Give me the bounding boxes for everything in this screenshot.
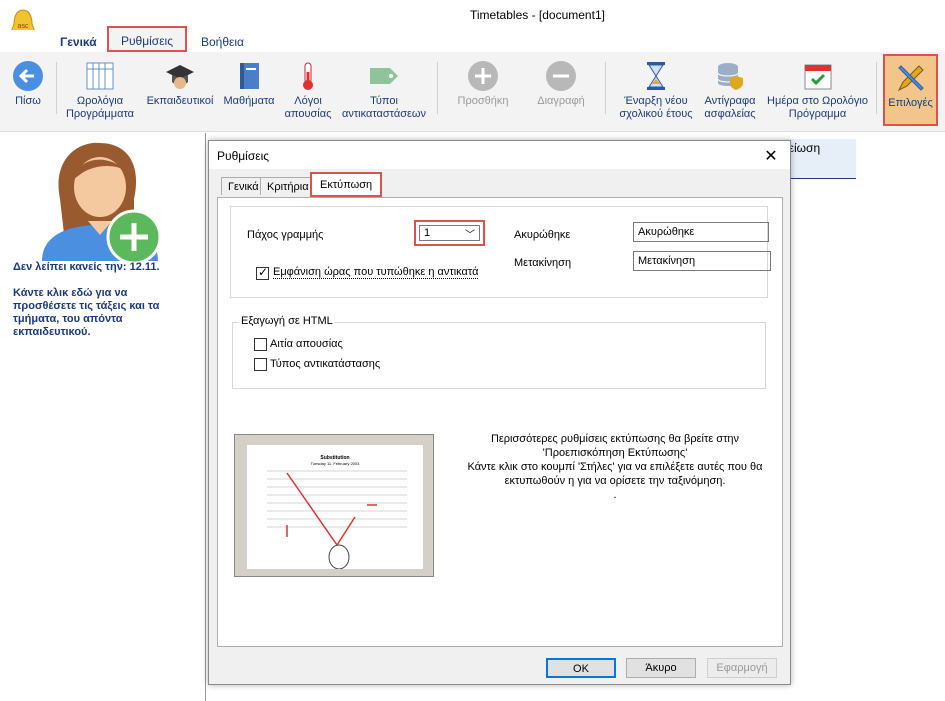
settings-dialog: Ρυθμίσεις ✕ Γενικά Κριτήρια Εκτύπωση Πάχ… <box>208 140 791 685</box>
tab-general[interactable]: Γενικά <box>221 177 266 195</box>
graduation-cap-icon <box>166 65 194 89</box>
printing-tab-panel: Πάχος γραμμής 1 ﹀ Εμφάνιση ώρας που τυπώ… <box>217 197 783 647</box>
menu-tab-general[interactable]: Γενικά <box>60 35 97 49</box>
missing-info-text[interactable]: Δεν λείπει κανείς την: 12.11. Κάντε κλικ… <box>13 261 193 352</box>
book-icon <box>240 63 259 89</box>
ribbon-separator <box>56 62 57 114</box>
info-line-4: εκτυπωθούν η για να ορίσετε την ταξινόμη… <box>504 475 726 487</box>
daytt-label-1: Ημέρα στο Ωρολόγιο <box>767 95 868 107</box>
absence-reason-label[interactable]: Αιτία απουσίας <box>270 338 343 350</box>
ribbon-separator <box>437 62 438 114</box>
teachers-label: Εκπαιδευτικοί <box>146 95 214 107</box>
svg-text:asc: asc <box>18 23 29 30</box>
add-button[interactable]: Προσθήκη <box>448 52 518 132</box>
delete-label: Διαγραφή <box>537 95 585 107</box>
dialog-title: Ρυθμίσεις <box>217 149 270 163</box>
cancel-button[interactable]: Άκυρο <box>626 658 696 678</box>
missing-text: Δεν λείπει κανείς την: 12.11. <box>13 261 160 273</box>
move-label: Μετακίνηση <box>514 257 572 269</box>
pencil-ruler-icon <box>897 65 924 92</box>
daytt-label-2: Πρόγραμμα <box>788 108 847 120</box>
menu-tab-help[interactable]: Βοήθεια <box>201 35 244 49</box>
back-arrow-icon <box>13 61 43 91</box>
left-panel: Δεν λείπει κανείς την: 12.11. Κάντε κλικ… <box>0 133 205 701</box>
preview-table-graphic: Substitution Tuesday 11. February 2003 <box>267 455 407 570</box>
apply-button[interactable]: Εφαρμογή <box>707 658 777 678</box>
html-export-title: Εξαγωγή σε HTML <box>239 315 335 327</box>
menu-tab-settings[interactable]: Ρυθμίσεις <box>107 26 187 52</box>
subjects-label: Μαθήματα <box>223 95 275 107</box>
subjects-button[interactable]: Μαθήματα <box>218 52 280 132</box>
line-width-value: 1 <box>424 227 431 239</box>
print-options-group: Πάχος γραμμής 1 ﹀ Εμφάνιση ώρας που τυπώ… <box>230 206 771 298</box>
chevron-down-icon: ﹀ <box>465 230 475 241</box>
timetable-grid-icon <box>86 62 114 90</box>
hourglass-icon <box>647 62 665 90</box>
newyear-label-2: σχολικού έτους <box>619 108 693 120</box>
add-teacher-avatar-icon[interactable] <box>38 139 163 264</box>
preview-document: Substitution Tuesday 11. February 2003 <box>247 445 423 570</box>
day-in-timetable-button[interactable]: Ημέρα στο Ωρολόγιο Πρόγραμμα <box>760 52 875 132</box>
info-line-5: . <box>613 489 617 501</box>
delete-button[interactable]: Διαγραφή <box>528 52 594 132</box>
backup-label-1: Αντίγραφα <box>704 95 756 107</box>
line-width-label: Πάχος γραμμής <box>247 229 324 241</box>
minus-circle-icon <box>546 61 576 91</box>
cancelled-label: Ακυρώθηκε <box>514 229 571 241</box>
close-icon[interactable]: ✕ <box>762 146 780 165</box>
teachers-button[interactable]: Εκπαιδευτικοί <box>140 52 220 132</box>
column-header: ιείωση <box>786 139 856 179</box>
line-width-select[interactable]: 1 ﹀ <box>414 220 485 246</box>
move-input[interactable]: Μετακίνηση <box>633 251 771 271</box>
absence-label-1: Λόγοι <box>294 95 322 107</box>
tag-icon <box>370 68 398 84</box>
print-preview-illustration: Substitution Tuesday 11. February 2003 <box>234 434 434 577</box>
substitution-type-label[interactable]: Τύπος αντικατάστασης <box>270 358 380 370</box>
options-button[interactable]: Επιλογές <box>883 54 938 126</box>
substitution-types-button[interactable]: Τύποι αντικαταστάσεων <box>336 52 432 132</box>
ribbon-separator <box>605 62 606 114</box>
backup-label-2: ασφαλείας <box>704 108 756 120</box>
substitution-type-checkbox[interactable] <box>254 358 267 371</box>
subst-label-2: αντικαταστάσεων <box>341 108 427 120</box>
ok-button[interactable]: OK <box>546 658 616 678</box>
plus-circle-icon <box>468 61 498 91</box>
absence-reason-checkbox[interactable] <box>254 338 267 351</box>
timetables-label-1: Ωρολόγια <box>76 95 124 107</box>
preview-doc-subtitle: Tuesday 11. February 2003 <box>311 461 360 466</box>
database-shield-icon <box>717 63 743 90</box>
ribbon-toolbar: Πίσω Ωρολόγια Προγράμματα Εκπαιδευτικοί Μ… <box>0 52 945 132</box>
calendar-check-icon <box>804 64 831 90</box>
info-line-1: Περισσότερες ρυθμίσεις εκτύπωσης θα βρεί… <box>490 433 740 445</box>
info-line-2: 'Προεπισκόπηση Εκτύπωσης' <box>542 447 688 459</box>
timetables-button[interactable]: Ωρολόγια Προγράμματα <box>60 52 140 132</box>
window-title: Timetables - [document1] <box>470 8 605 22</box>
click-here-text[interactable]: Κάντε κλικ εδώ για να προσθέσετε τις τάξ… <box>13 287 193 339</box>
add-label: Προσθήκη <box>457 95 509 107</box>
thermometer-icon <box>303 62 313 90</box>
subst-label-1: Τύποι <box>370 95 398 107</box>
show-print-time-checkbox[interactable] <box>256 265 269 280</box>
show-print-time-label[interactable]: Εμφάνιση ώρας που τυπώθηκε η αντικατά <box>273 266 479 279</box>
back-button[interactable]: Πίσω <box>2 52 54 132</box>
absence-reasons-button[interactable]: Λόγοι απουσίας <box>280 52 336 132</box>
options-label: Επιλογές <box>888 97 933 109</box>
backups-button[interactable]: Αντίγραφα ασφαλείας <box>700 52 760 132</box>
back-label: Πίσω <box>15 95 41 107</box>
ribbon-separator <box>876 62 877 114</box>
absence-label-2: απουσίας <box>284 108 332 120</box>
info-line-3: Κάντε κλικ στο κουμπί 'Στήλες' για να επ… <box>467 461 763 473</box>
print-info-text: Περισσότερες ρυθμίσεις εκτύπωσης θα βρεί… <box>460 432 770 502</box>
tab-criteria[interactable]: Κριτήρια <box>260 177 316 195</box>
dialog-title-bar: Ρυθμίσεις ✕ <box>209 141 790 169</box>
new-school-year-button[interactable]: Έναρξη νέου σχολικού έτους <box>612 52 700 132</box>
timetables-label-2: Προγράμματα <box>65 108 135 120</box>
newyear-label-1: Έναρξη νέου <box>624 95 688 107</box>
html-export-group: Εξαγωγή σε HTML <box>232 315 766 389</box>
cancelled-input[interactable]: Ακυρώθηκε <box>633 222 769 242</box>
tab-printing[interactable]: Εκτύπωση <box>310 172 383 197</box>
